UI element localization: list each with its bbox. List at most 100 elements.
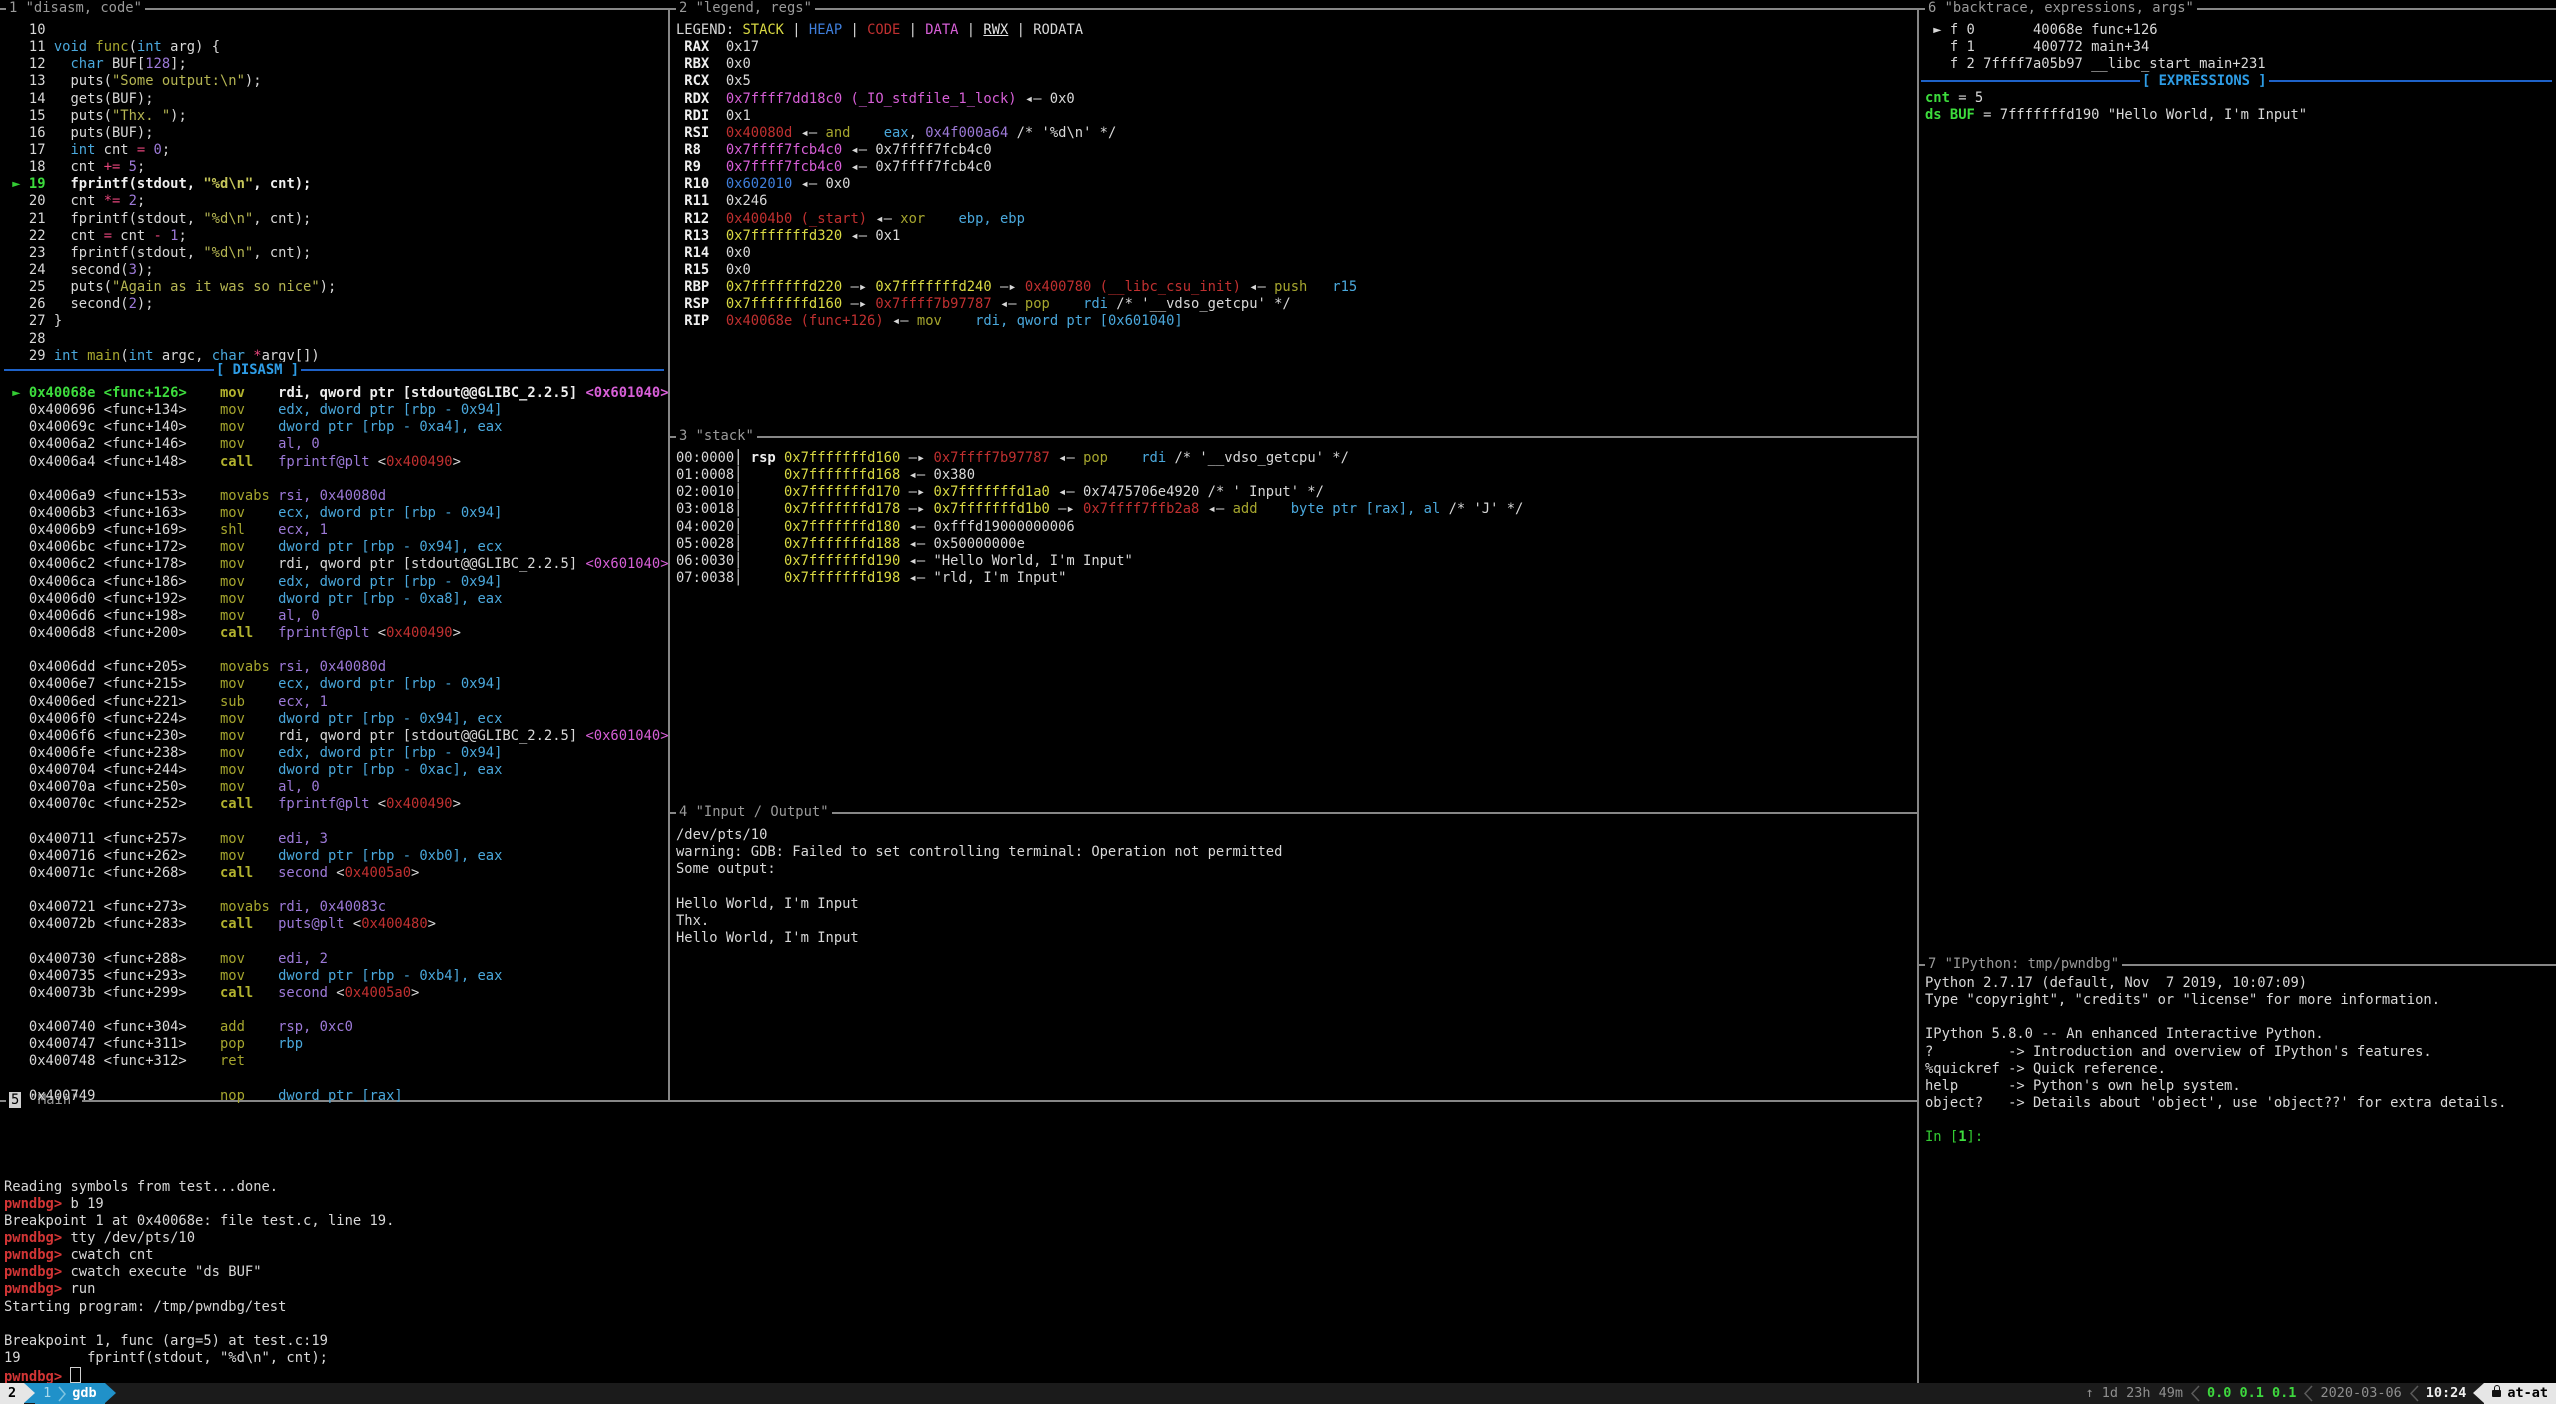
text-segment: mov [220, 968, 245, 984]
text-segment: 19 fprintf(stdout, "%d\n", cnt); [4, 1350, 328, 1366]
text-segment: ); [137, 262, 154, 278]
text-segment: mov [220, 419, 245, 435]
text-segment: —▸ [900, 450, 933, 466]
text-segment: 0x7fffffffd160 [726, 296, 842, 312]
window-tab-gdb[interactable]: 1 gdb [35, 1383, 105, 1404]
text-segment: *= [104, 193, 121, 209]
text-segment: > [411, 865, 419, 881]
powerline-arrow [24, 1383, 35, 1403]
text-segment: ◂— [867, 211, 900, 227]
text-segment: 0x40080d [726, 125, 792, 141]
terminal-line: Some output: [676, 861, 1282, 878]
text-segment: 0x40070a <func+250> [4, 779, 220, 795]
pane-source-code[interactable]: 10 11 void func(int arg) { 12 char BUF[1… [4, 22, 336, 365]
text-segment [245, 694, 278, 710]
stack-border-line[interactable] [668, 436, 1917, 438]
text-segment: RIP [676, 313, 726, 329]
text-segment: —▸ [842, 296, 875, 312]
text-segment: edi, 2 [278, 951, 328, 967]
text-segment [120, 159, 128, 175]
io-border-line[interactable] [668, 812, 1917, 814]
text-segment [850, 125, 883, 141]
terminal-line: 0x4006e7 <func+215> mov ecx, dword ptr [… [4, 676, 669, 693]
text-segment: ecx, dword ptr [rbp - 0x94] [278, 676, 502, 692]
text-segment: 0x7fffffffd198 [784, 570, 900, 586]
load-average: 0.0 0.1 0.1 [2200, 1383, 2303, 1404]
text-segment: second [278, 985, 328, 1001]
text-segment: > [453, 796, 461, 812]
text-segment: b 19 [70, 1196, 103, 1212]
terminal-line: 16 puts(BUF); [4, 125, 336, 142]
text-segment: mov [220, 591, 245, 607]
text-segment: ► f 0 40068e func+126 [1925, 22, 2158, 38]
pane-backtrace[interactable]: ► f 0 40068e func+126 f 1 400772 main+34… [1925, 22, 2266, 73]
pane-input-output[interactable]: /dev/pts/10warning: GDB: Failed to set c… [676, 827, 1282, 947]
terminal-line [4, 814, 669, 831]
text-segment: 19 [29, 176, 46, 192]
terminal-line: 20 cnt *= 2; [4, 193, 336, 210]
text-segment: 03:0018│ [676, 501, 784, 517]
text-segment [245, 505, 278, 521]
terminal-line: 12 char BUF[128]; [4, 56, 336, 73]
pane-expressions[interactable]: cnt = 5ds BUF = 7fffffffd190 "Hello Worl… [1925, 90, 2307, 124]
pane-main-gdb[interactable]: Reading symbols from test...done.pwndbg>… [4, 1110, 394, 1384]
text-segment: ◂— 0x50000000e [900, 536, 1025, 552]
text-segment: < [370, 796, 387, 812]
text-segment: 28 [4, 331, 54, 347]
terminal-line: 0x40072b <func+283> call puts@plt <0x400… [4, 916, 669, 933]
text-segment: , cnt); [253, 211, 311, 227]
terminal-line [4, 1316, 394, 1333]
pane-ipython[interactable]: Python 2.7.17 (default, Nov 7 2019, 10:0… [1925, 975, 2506, 1146]
uptime-indicator: ↑ 1d 23h 49m [2078, 1383, 2190, 1404]
text-segment: dword ptr [rbp - 0xa4], eax [278, 419, 502, 435]
pane-stack[interactable]: 00:0000│ rsp 0x7fffffffd160 —▸ 0x7ffff7b… [676, 450, 1523, 587]
terminal-line: object? -> Details about 'object', use '… [1925, 1095, 2506, 1112]
text-segment: Breakpoint 1, func (arg=5) at test.c:19 [4, 1333, 328, 1349]
text-segment: int [54, 348, 79, 364]
text-segment: ◂— 0x380 [900, 467, 975, 483]
text-segment: Starting program: /tmp/pwndbg/test [4, 1299, 286, 1315]
text-segment: call [220, 916, 253, 932]
text-segment: al, 0 [278, 779, 320, 795]
pane-title-ipython: 7 "IPython: tmp/pwndbg" [1925, 956, 2122, 973]
text-segment [245, 968, 278, 984]
text-segment: 0x0 [726, 245, 751, 261]
text-segment: 20 cnt [4, 193, 104, 209]
text-segment: %quickref -> Quick reference. [1925, 1061, 2166, 1077]
terminal-line: 21 fprintf(stdout, "%d\n", cnt); [4, 211, 336, 228]
text-segment: ◂— 0x0 [1017, 91, 1075, 107]
text-segment: char [70, 56, 103, 72]
text-segment: HEAP [809, 22, 842, 38]
tmux-status-bar: 2 1 gdb ↑ 1d 23h 49m 0.0 0.1 0.1 2020-03… [0, 1383, 2556, 1404]
text-segment: 0x5 [726, 73, 751, 89]
text-segment [245, 745, 278, 761]
text-segment: In [ [1925, 1129, 1958, 1145]
text-segment: 0x40070c <func+252> [4, 796, 220, 812]
text-segment [245, 779, 278, 795]
text-segment: —▸ [842, 279, 875, 295]
text-segment: warning: GDB: Failed to set controlling … [676, 844, 1282, 860]
text-segment: 0x7fffffffd170 [784, 484, 900, 500]
text-segment: RAX [676, 39, 726, 55]
text-segment: dword ptr [rbp - 0xa8], eax [278, 591, 502, 607]
pane-title-io: 4 "Input / Output" [676, 804, 832, 821]
text-segment: IPython 5.8.0 -- An enhanced Interactive… [1925, 1026, 2324, 1042]
vertical-border-right[interactable] [1917, 8, 1919, 1383]
text-segment: 29 [4, 348, 54, 364]
terminal-line: 0x400704 <func+244> mov dword ptr [rbp -… [4, 762, 669, 779]
pane-disassembly[interactable]: ► 0x40068e <func+126> mov rdi, qword ptr… [4, 385, 669, 1105]
text-segment: 0x40069c <func+140> [4, 419, 220, 435]
separator-chevron-icon [2190, 1383, 2200, 1404]
text-segment: ds BUF [1925, 107, 1975, 123]
terminal-line: ► f 0 40068e func+126 [1925, 22, 2266, 39]
pane-title-legend-regs: 2 "legend, regs" [676, 0, 815, 17]
session-indicator[interactable]: 2 [0, 1383, 24, 1404]
pane-registers[interactable]: LEGEND: STACK | HEAP | CODE | DATA | RWX… [676, 22, 1357, 331]
terminal-line [4, 1071, 669, 1088]
terminal-line: Hello World, I'm Input [676, 896, 1282, 913]
text-segment: dword ptr [rbp - 0xb4], eax [278, 968, 502, 984]
text-segment: 0x1 [726, 108, 751, 124]
text-segment: dword ptr [rbp - 0x94], ecx [278, 711, 502, 727]
text-segment: ); [320, 279, 337, 295]
text-segment: mov [220, 848, 245, 864]
